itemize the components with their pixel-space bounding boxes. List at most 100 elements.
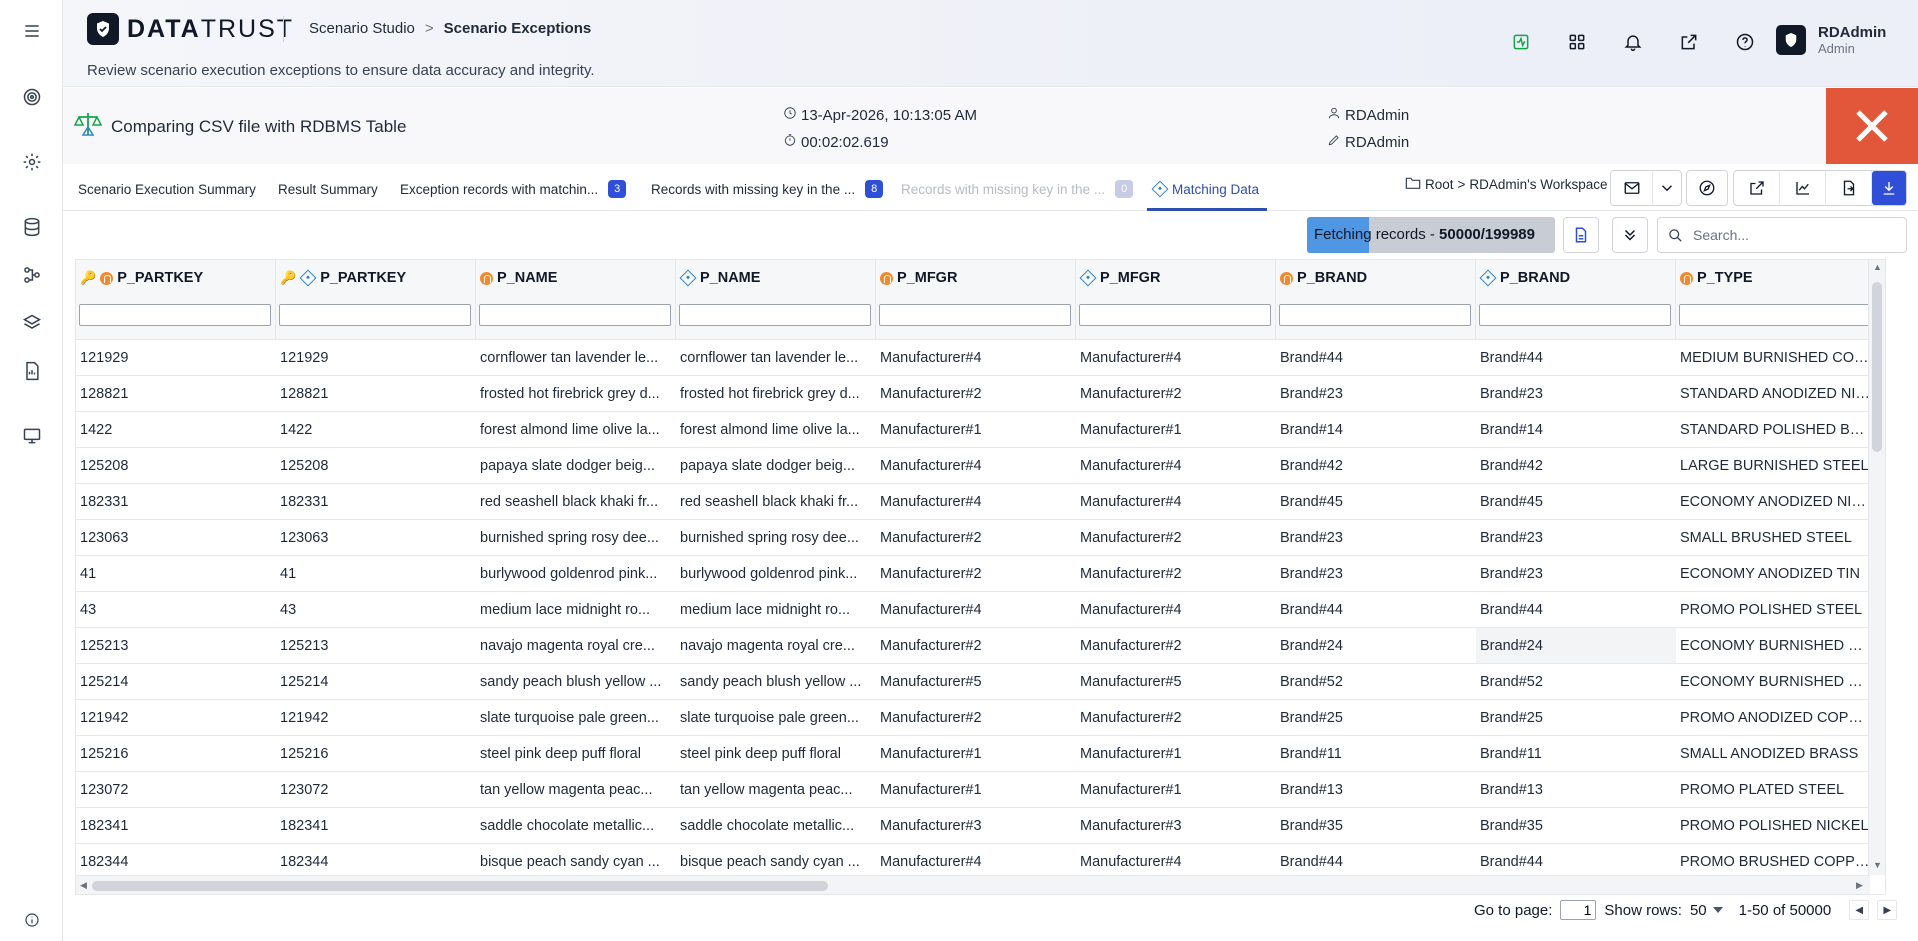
- table-cell[interactable]: Manufacturer#1: [1076, 736, 1276, 771]
- apps-grid-icon[interactable]: [1549, 28, 1605, 56]
- table-cell[interactable]: Brand#23: [1276, 556, 1476, 591]
- goto-page-input[interactable]: [1560, 900, 1597, 920]
- column-filter-input[interactable]: [1479, 304, 1671, 326]
- prev-page-button[interactable]: ◀: [1849, 900, 1870, 920]
- tab-exception-records[interactable]: Exception records with matchin... 3: [400, 177, 627, 201]
- table-cell[interactable]: Brand#44: [1476, 592, 1676, 627]
- table-cell[interactable]: Manufacturer#4: [1076, 448, 1276, 483]
- database-icon[interactable]: [18, 213, 46, 241]
- table-cell[interactable]: Brand#23: [1476, 376, 1676, 411]
- scroll-right-icon[interactable]: ▶: [1856, 880, 1863, 891]
- table-cell[interactable]: SMALL ANODIZED BRASS: [1676, 736, 1876, 771]
- table-cell[interactable]: burnished spring rosy dee...: [676, 520, 876, 555]
- table-cell[interactable]: Manufacturer#2: [876, 628, 1076, 663]
- table-cell[interactable]: navajo magenta royal cre...: [676, 628, 876, 663]
- table-cell[interactable]: Brand#44: [1276, 592, 1476, 627]
- table-cell[interactable]: Brand#25: [1276, 700, 1476, 735]
- column-filter-input[interactable]: [1279, 304, 1471, 326]
- horizontal-scrollbar[interactable]: ◀ ▶: [76, 875, 1870, 894]
- table-cell[interactable]: 121929: [76, 340, 276, 375]
- table-cell[interactable]: frosted hot firebrick grey d...: [676, 376, 876, 411]
- table-cell[interactable]: 43: [76, 592, 276, 627]
- table-cell[interactable]: Brand#52: [1276, 664, 1476, 699]
- table-cell[interactable]: PROMO POLISHED STEEL: [1676, 592, 1876, 627]
- brand-logo[interactable]: DATATRUST: [87, 13, 294, 45]
- table-cell[interactable]: 123063: [276, 520, 476, 555]
- table-row[interactable]: 125208 125208 papaya slate dodger beig... p…: [76, 448, 1885, 484]
- table-cell[interactable]: Brand#23: [1276, 376, 1476, 411]
- rows-per-page-select[interactable]: 50: [1690, 902, 1723, 919]
- table-cell[interactable]: Brand#14: [1276, 412, 1476, 447]
- table-cell[interactable]: 182331: [276, 484, 476, 519]
- table-cell[interactable]: Brand#24: [1276, 628, 1476, 663]
- table-row[interactable]: 121929 121929 cornflower tan lavender le..…: [76, 340, 1885, 376]
- column-filter-input[interactable]: [279, 304, 471, 326]
- table-cell[interactable]: burlywood goldenrod pink...: [476, 556, 676, 591]
- table-cell[interactable]: Brand#42: [1476, 448, 1676, 483]
- table-cell[interactable]: sandy peach blush yellow ...: [476, 664, 676, 699]
- table-cell[interactable]: Brand#44: [1276, 844, 1476, 875]
- table-row[interactable]: 43 43 medium lace midnight ro... medium lac…: [76, 592, 1885, 628]
- table-cell[interactable]: STANDARD ANODIZED NICK...: [1676, 376, 1876, 411]
- table-cell[interactable]: 125216: [276, 736, 476, 771]
- settings-icon[interactable]: [18, 148, 46, 176]
- table-cell[interactable]: 125216: [76, 736, 276, 771]
- table-cell[interactable]: STANDARD POLISHED BRASS: [1676, 412, 1876, 447]
- table-cell[interactable]: Brand#52: [1476, 664, 1676, 699]
- table-cell[interactable]: 182341: [276, 808, 476, 843]
- table-cell[interactable]: Manufacturer#4: [1076, 592, 1276, 627]
- table-cell[interactable]: PROMO PLATED STEEL: [1676, 772, 1876, 807]
- table-cell[interactable]: Brand#35: [1476, 808, 1676, 843]
- next-page-button[interactable]: ▶: [1877, 900, 1898, 920]
- table-cell[interactable]: saddle chocolate metallic...: [676, 808, 876, 843]
- table-cell[interactable]: saddle chocolate metallic...: [476, 808, 676, 843]
- column-header[interactable]: P_MFGR: [876, 260, 1076, 339]
- scroll-left-icon[interactable]: ◀: [80, 880, 87, 891]
- menu-icon[interactable]: [18, 17, 46, 45]
- table-cell[interactable]: steel pink deep puff floral: [676, 736, 876, 771]
- column-filter-input[interactable]: [79, 304, 271, 326]
- table-cell[interactable]: navajo magenta royal cre...: [476, 628, 676, 663]
- table-cell[interactable]: Manufacturer#4: [876, 340, 1076, 375]
- table-cell[interactable]: 123063: [76, 520, 276, 555]
- table-row[interactable]: 125216 125216 steel pink deep puff floral s…: [76, 736, 1885, 772]
- column-header[interactable]: P_NAME: [676, 260, 876, 339]
- table-cell[interactable]: Brand#45: [1276, 484, 1476, 519]
- table-cell[interactable]: Brand#42: [1276, 448, 1476, 483]
- chart-button[interactable]: [1780, 171, 1826, 205]
- external-link-icon[interactable]: [1661, 28, 1717, 56]
- table-cell[interactable]: 41: [276, 556, 476, 591]
- table-cell[interactable]: ECONOMY ANODIZED TIN: [1676, 556, 1876, 591]
- tab-scenario-execution-summary[interactable]: Scenario Execution Summary: [78, 177, 256, 201]
- scroll-down-icon[interactable]: ▼: [1873, 860, 1882, 870]
- table-cell[interactable]: 128821: [276, 376, 476, 411]
- table-cell[interactable]: 182344: [76, 844, 276, 875]
- tab-result-summary[interactable]: Result Summary: [278, 177, 378, 201]
- table-cell[interactable]: Manufacturer#1: [876, 412, 1076, 447]
- table-row[interactable]: 1422 1422 forest almond lime olive la... fo…: [76, 412, 1885, 448]
- table-cell[interactable]: papaya slate dodger beig...: [476, 448, 676, 483]
- table-cell[interactable]: Manufacturer#2: [876, 376, 1076, 411]
- table-cell[interactable]: Manufacturer#2: [876, 520, 1076, 555]
- scroll-up-icon[interactable]: ▲: [1873, 262, 1882, 272]
- table-cell[interactable]: PROMO BRUSHED COPPER: [1676, 844, 1876, 875]
- table-cell[interactable]: 41: [76, 556, 276, 591]
- layers-icon[interactable]: [18, 309, 46, 337]
- table-cell[interactable]: Brand#23: [1476, 556, 1676, 591]
- table-row[interactable]: 128821 128821 frosted hot firebrick grey d…: [76, 376, 1885, 412]
- flow-icon[interactable]: [18, 261, 46, 289]
- table-cell[interactable]: PROMO POLISHED NICKEL: [1676, 808, 1876, 843]
- table-cell[interactable]: Brand#25: [1476, 700, 1676, 735]
- export-file-button[interactable]: [1826, 171, 1872, 205]
- table-cell[interactable]: papaya slate dodger beig...: [676, 448, 876, 483]
- table-cell[interactable]: Manufacturer#2: [876, 556, 1076, 591]
- explore-button[interactable]: [1687, 171, 1727, 205]
- table-cell[interactable]: 125208: [276, 448, 476, 483]
- column-header[interactable]: P_NAME: [476, 260, 676, 339]
- table-cell[interactable]: LARGE BURNISHED STEEL: [1676, 448, 1876, 483]
- table-cell[interactable]: 182331: [76, 484, 276, 519]
- table-cell[interactable]: Brand#13: [1476, 772, 1676, 807]
- table-cell[interactable]: MEDIUM BURNISHED COPPER: [1676, 340, 1876, 375]
- table-cell[interactable]: 125214: [276, 664, 476, 699]
- workspace-path[interactable]: Root > RDAdmin's Workspace: [1405, 176, 1608, 193]
